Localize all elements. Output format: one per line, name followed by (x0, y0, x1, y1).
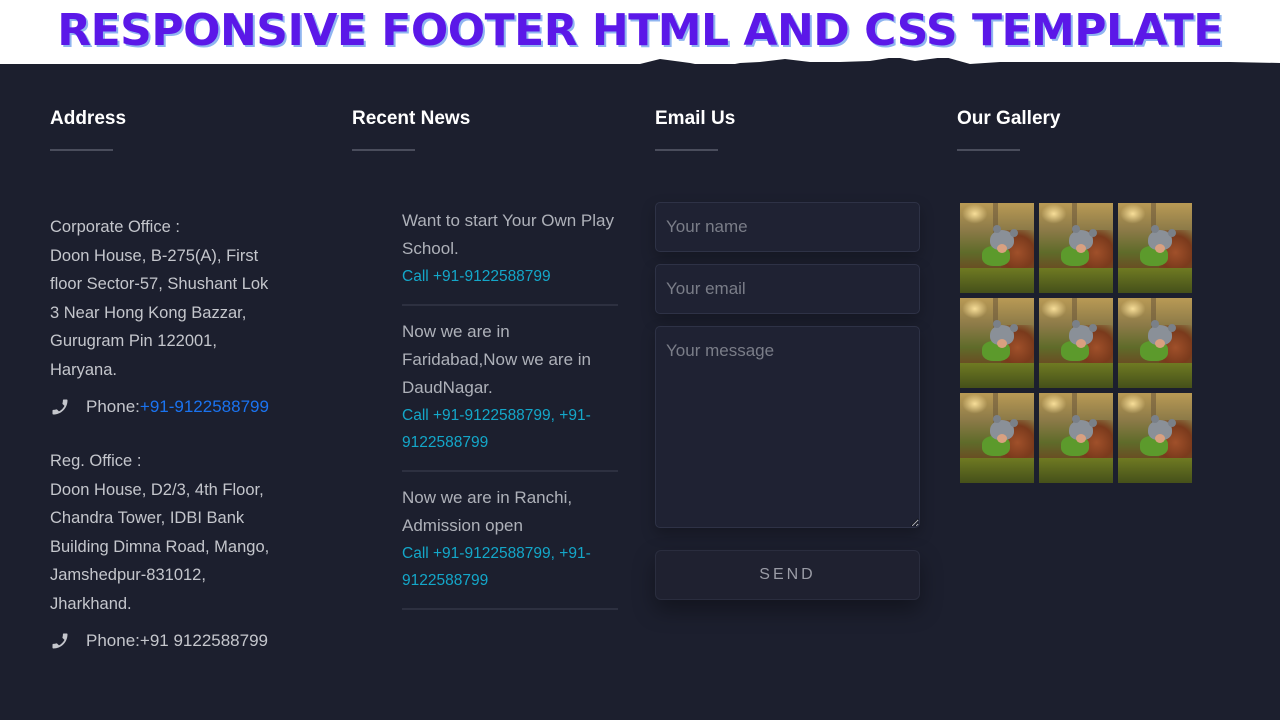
contact-form: SEND (655, 202, 920, 600)
address-line: Gurugram Pin 122001, (50, 332, 217, 351)
gallery-image[interactable] (1118, 298, 1192, 388)
news-text: Now we are in Faridabad,Now we are in Da… (402, 322, 591, 397)
corporate-phone-link[interactable]: +91-9122588799 (140, 397, 269, 417)
gallery-heading: Our Gallery (957, 108, 1061, 129)
address-line: Doon House, B-275(A), First (50, 246, 259, 265)
email-input[interactable] (655, 264, 920, 314)
image-detail (1118, 267, 1192, 293)
phone-label: Phone: (86, 397, 140, 416)
address-line: Jharkhand. (50, 594, 132, 613)
news-call-link[interactable]: Call +91-9122588799 (402, 268, 551, 285)
image-detail (1076, 243, 1086, 253)
footer: Address Corporate Office : Doon House, B… (0, 64, 1280, 720)
image-detail (1071, 319, 1080, 328)
phone-label: Phone: (86, 631, 140, 650)
phone-icon (52, 399, 68, 415)
heading-underline (957, 149, 1020, 151)
image-detail (1076, 433, 1086, 443)
image-detail (992, 414, 1001, 423)
image-detail (960, 457, 1034, 483)
image-detail (1155, 243, 1165, 253)
news-list: Want to start Your Own Play School. Call… (402, 207, 618, 622)
gallery-image[interactable] (1039, 203, 1113, 293)
news-text: Want to start Your Own Play School. (402, 211, 614, 258)
gallery-image[interactable] (960, 393, 1034, 483)
gallery-image[interactable] (1039, 298, 1113, 388)
image-detail (1150, 414, 1159, 423)
message-textarea[interactable] (655, 326, 920, 528)
address-line: Chandra Tower, IDBI Bank (50, 509, 245, 528)
email-heading: Email Us (655, 108, 736, 129)
image-detail (1118, 457, 1192, 483)
corporate-office-address: Corporate Office : Doon House, B-275(A),… (50, 213, 268, 385)
image-detail (1071, 224, 1080, 233)
news-text: Now we are in Ranchi, Admission open (402, 488, 573, 535)
news-heading: Recent News (352, 108, 471, 129)
news-item: Now we are in Faridabad,Now we are in Da… (402, 318, 618, 472)
address-line: floor Sector-57, Shushant Lok (50, 275, 269, 294)
image-detail (1155, 338, 1165, 348)
address-line: 3 Near Hong Kong Bazzar, (50, 303, 247, 322)
gallery-image[interactable] (1039, 393, 1113, 483)
image-detail (997, 338, 1007, 348)
torn-paper-edge (0, 58, 1280, 70)
image-detail (1071, 414, 1080, 423)
image-detail (1039, 267, 1113, 293)
image-detail (992, 224, 1001, 233)
corporate-phone: Phone: +91-9122588799 (50, 397, 269, 417)
news-call-link[interactable]: Call +91-9122588799, +91-9122588799 (402, 407, 591, 451)
send-button[interactable]: SEND (655, 550, 920, 600)
address-line: Jamshedpur-831012, (50, 566, 206, 585)
gallery-grid (960, 203, 1192, 483)
image-detail (992, 319, 1001, 328)
gallery-image[interactable] (1118, 203, 1192, 293)
heading-underline (50, 149, 113, 151)
heading-underline (655, 149, 718, 151)
name-input[interactable] (655, 202, 920, 252)
news-item: Want to start Your Own Play School. Call… (402, 207, 618, 306)
gallery-image[interactable] (960, 298, 1034, 388)
address-line: Haryana. (50, 360, 117, 379)
reg-office-address: Reg. Office : Doon House, D2/3, 4th Floo… (50, 447, 269, 619)
image-detail (1039, 362, 1113, 388)
phone-icon (52, 633, 68, 649)
image-detail (1155, 433, 1165, 443)
address-line: Building Dimna Road, Mango, (50, 537, 270, 556)
image-detail (1039, 457, 1113, 483)
news-item: Now we are in Ranchi, Admission open Cal… (402, 484, 618, 610)
image-detail (1150, 224, 1159, 233)
reg-office-phone: Phone: +91 9122588799 (50, 631, 268, 651)
image-detail (997, 433, 1007, 443)
reg-phone-number: +91 9122588799 (139, 631, 268, 650)
news-call-link[interactable]: Call +91-9122588799, +91-9122588799 (402, 545, 591, 589)
office-label: Corporate Office : (50, 218, 180, 236)
banner: RESPONSIVE FOOTER HTML AND CSS TEMPLATE (0, 0, 1280, 64)
image-detail (1150, 319, 1159, 328)
address-line: Doon House, D2/3, 4th Floor, (50, 480, 264, 499)
image-detail (960, 362, 1034, 388)
image-detail (997, 243, 1007, 253)
gallery-image[interactable] (1118, 393, 1192, 483)
office-label: Reg. Office : (50, 452, 142, 470)
image-detail (960, 267, 1034, 293)
banner-title: RESPONSIVE FOOTER HTML AND CSS TEMPLATE (57, 5, 1223, 56)
image-detail (1118, 362, 1192, 388)
image-detail (1076, 338, 1086, 348)
address-heading: Address (50, 108, 127, 129)
heading-underline (352, 149, 415, 151)
gallery-image[interactable] (960, 203, 1034, 293)
